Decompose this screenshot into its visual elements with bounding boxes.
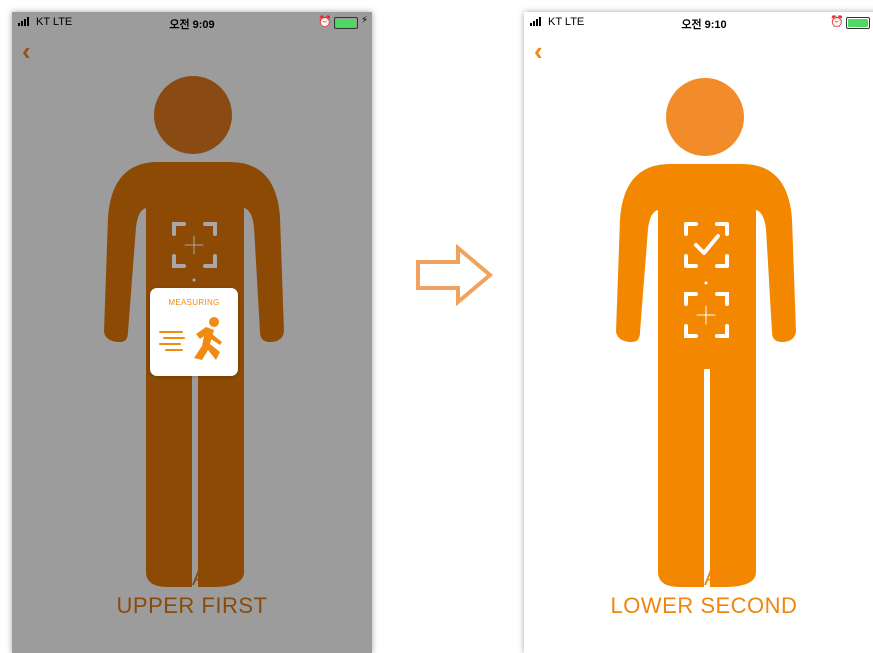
measuring-dialog: MEASURING xyxy=(150,288,238,376)
screen-measuring: KT LTE 오전 9:09 ⏰ ⚡ ‹ MEASURING SCAN UPPE xyxy=(12,12,372,653)
right-arrow-icon xyxy=(416,244,494,306)
measuring-title: MEASURING xyxy=(168,298,220,307)
figure-head xyxy=(154,76,232,154)
leg-gap xyxy=(704,369,710,594)
scan-dot xyxy=(192,278,196,282)
scan-instruction: SCAN UPPER FIRST xyxy=(12,564,372,620)
scan-subtitle: UPPER FIRST xyxy=(116,593,268,618)
running-person-icon xyxy=(159,317,222,360)
screen-lower-scan: KT LTE 오전 9:10 ⏰ ‹ SCAN LOWER SECOND xyxy=(524,12,873,653)
scan-dot xyxy=(704,281,708,285)
leg-gap xyxy=(192,367,198,592)
scan-title: SCAN xyxy=(672,565,736,590)
figure-head xyxy=(666,78,744,156)
scan-title: SCAN xyxy=(160,565,224,590)
scan-instruction: SCAN LOWER SECOND xyxy=(524,564,873,620)
scan-subtitle: LOWER SECOND xyxy=(610,593,798,618)
body-figure xyxy=(616,78,796,594)
